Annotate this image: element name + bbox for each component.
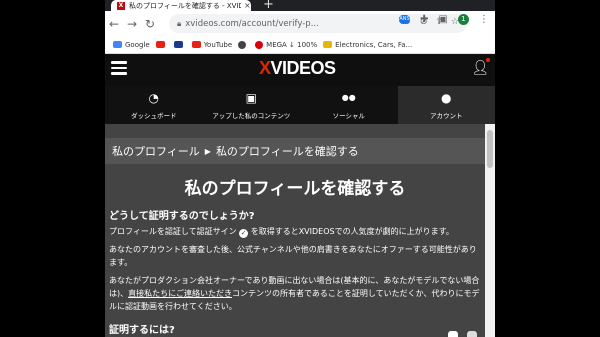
scroll-top-button[interactable] <box>448 331 458 337</box>
paragraph-review: あなたのアカウントを審査した後、公式チャンネルや他の肩書きをあなたにオファーする… <box>109 245 477 267</box>
bookmark-site-icon <box>173 41 183 48</box>
tab-title: 私のプロフィールを確認する - XVIDEOS <box>129 1 241 10</box>
globe-icon <box>238 40 247 49</box>
xvideos-favicon-icon: X <box>117 1 125 10</box>
tab-uploads[interactable]: ▣ アップした私のコンテンツ <box>203 86 301 124</box>
page-title: 私のプロフィールを確認する <box>184 179 406 199</box>
breadcrumb-current: 私のプロフィールを確認する <box>215 145 359 158</box>
page-scrollbar[interactable] <box>485 124 495 337</box>
tab-strip: X 私のプロフィールを確認する - XVIDEOS × + <box>105 0 495 11</box>
dashboard-icon: ◔ <box>148 90 159 105</box>
account-icon: ● <box>441 90 452 105</box>
tab-dashboard[interactable]: ◔ ダッシュボード <box>105 86 203 124</box>
tab-social[interactable]: ●● ソーシャル <box>300 86 398 124</box>
tab-account[interactable]: ● アカウント <box>397 86 495 124</box>
browser-window: X 私のプロフィールを確認する - XVIDEOS × + ← → ↻ 🔒︎ x… <box>105 0 495 337</box>
contact-us-link[interactable]: 直接私たちにご連絡いただき <box>128 289 232 298</box>
breadcrumb-separator-icon: ▶ <box>204 146 211 156</box>
hamburger-menu-icon[interactable] <box>111 61 127 75</box>
account-nav-tabs: ◔ ダッシュボード ▣ アップした私のコンテンツ ●● ソーシャル ● アカウン… <box>105 86 495 124</box>
notification-dot <box>486 58 490 62</box>
breadcrumb: 私のプロフィール ▶ 私のプロフィールを確認する <box>105 138 485 164</box>
bookmark-youtube-1[interactable] <box>155 41 168 48</box>
bookmark-amazon[interactable]: Electronics, Cars, Fa... <box>323 41 412 49</box>
youtube-icon <box>191 41 201 48</box>
sidepanel-icon[interactable]: ▣ <box>438 14 447 25</box>
profile-avatar[interactable]: 1 <box>457 14 469 25</box>
new-tab-button[interactable]: + <box>263 0 274 11</box>
site-logo[interactable]: XVIDEOS <box>259 58 336 79</box>
upload-icon: ▣ <box>245 90 257 105</box>
puzzle-icon[interactable]: ✚ <box>420 14 428 25</box>
bookmark-mega[interactable]: MEGA ↓ 100% <box>255 40 317 49</box>
main-content: 私のプロフィール ▶ 私のプロフィールを確認する 私のプロフィールを確認する ど… <box>105 124 485 337</box>
youtube-icon <box>155 41 165 48</box>
url-text[interactable]: xvideos.com/account/verify-p... <box>185 19 325 29</box>
social-icon: ●● <box>341 92 356 102</box>
lock-icon[interactable]: 🔒︎ <box>177 19 181 29</box>
extension-badge-icon[interactable]: ANS <box>399 15 410 24</box>
shop-icon <box>323 41 333 48</box>
scrollbar-thumb[interactable] <box>487 130 493 168</box>
bookmark-globe[interactable] <box>238 40 249 49</box>
bookmark-google[interactable]: Google <box>113 41 150 49</box>
bookmark-youtube[interactable]: YouTube <box>191 41 232 49</box>
breadcrumb-parent[interactable]: 私のプロフィール <box>112 143 200 159</box>
back-arrow-icon[interactable]: ← <box>105 17 123 31</box>
mega-icon <box>255 40 264 49</box>
menu-kebab-icon[interactable]: ⋮ <box>479 14 489 25</box>
paragraph-production: あなたがプロダクション会社オーナーであり動画に出ない場合は(基本的に、あなたがモ… <box>109 276 480 311</box>
tab-close-icon[interactable]: × <box>244 1 251 10</box>
paragraph-verify-sign: プロフィールを認証して認証サイン ✓ を取得するとXVIDEOSでの人気度が劇的… <box>109 227 454 238</box>
bookmarks-bar: Google YouTube MEGA ↓ 100% Electronics, … <box>105 36 495 54</box>
section-heading-why: どうして証明するのでしょうか? <box>109 211 255 222</box>
verified-check-icon: ✓ <box>239 229 249 238</box>
site-header: XVIDEOS 👤︎ <box>105 54 495 86</box>
extension-area: ANS ✚ ▣ 1 ⋮ <box>399 14 489 25</box>
forward-arrow-icon[interactable]: → <box>123 17 141 31</box>
user-settings-icon[interactable]: 👤︎ <box>471 60 489 76</box>
section-heading-how: 証明するには? <box>109 325 175 336</box>
browser-tab[interactable]: X 私のプロフィールを確認する - XVIDEOS × <box>111 0 251 11</box>
bookmark-site[interactable] <box>173 41 186 48</box>
google-icon <box>113 41 122 48</box>
reload-icon[interactable]: ↻ <box>141 17 159 31</box>
feedback-button[interactable] <box>467 331 477 337</box>
